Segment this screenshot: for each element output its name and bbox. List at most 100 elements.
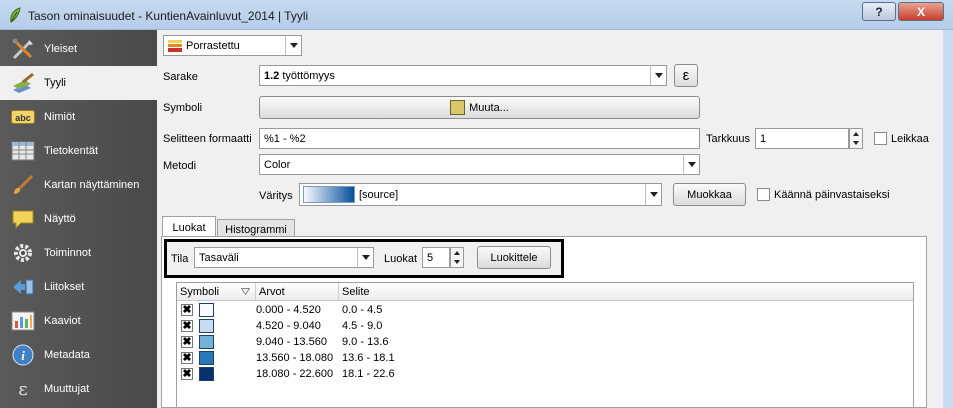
table-row[interactable]: ✖ 0.000 - 4.520 0.0 - 4.5	[177, 302, 913, 318]
class-legend: 13.6 - 18.1	[342, 352, 395, 364]
spin-down-icon[interactable]	[850, 139, 862, 149]
sidebar-item-metadata[interactable]: i Metadata	[0, 338, 157, 372]
graduated-renderer-icon	[168, 39, 182, 52]
table-row[interactable]: ✖ 13.560 - 18.080 13.6 - 18.1	[177, 350, 913, 366]
invert-ramp-label: Käännä päinvastaiseksi	[774, 189, 890, 201]
method-value: Color	[264, 158, 291, 171]
header-legend[interactable]: Selite	[339, 283, 915, 301]
expression-button[interactable]: ε	[674, 64, 698, 87]
class-color-swatch[interactable]	[199, 319, 214, 333]
table-header: Symboli Arvot Selite	[177, 283, 913, 301]
svg-text:ε: ε	[18, 379, 27, 400]
sidebar-item-kartan-nayttaminen[interactable]: Kartan näyttäminen	[0, 168, 157, 202]
class-legend: 9.0 - 13.6	[342, 336, 389, 348]
class-color-swatch[interactable]	[199, 351, 214, 365]
class-values: 13.560 - 18.080	[256, 352, 334, 364]
mode-select[interactable]: Tasaväli	[194, 247, 374, 268]
class-color-swatch[interactable]	[199, 303, 214, 317]
change-symbol-button[interactable]: Muuta...	[259, 96, 700, 119]
class-values: 9.040 - 13.560	[256, 336, 327, 348]
sidebar-item-muuttujat[interactable]: ε Muuttujat	[0, 372, 157, 406]
class-color-swatch[interactable]	[199, 367, 214, 381]
title-bar: Tason ominaisuudet - KuntienAvainluvut_2…	[0, 0, 953, 30]
sidebar-item-label: Toiminnot	[44, 247, 92, 259]
table-icon	[10, 140, 36, 162]
class-visible-checkbox[interactable]: ✖	[181, 320, 193, 332]
class-visible-checkbox[interactable]: ✖	[181, 368, 193, 380]
sidebar-item-liitokset[interactable]: Liitokset	[0, 270, 157, 304]
class-visible-checkbox[interactable]: ✖	[181, 352, 193, 364]
renderer-value: Porrastettu	[186, 39, 240, 52]
class-values: 18.080 - 22.600	[256, 368, 334, 380]
sidebar: Yleiset Tyyli abc Nimiöt Tietokentät Kar…	[0, 30, 157, 408]
legend-format-label: Selitteen formaatti	[163, 133, 252, 145]
window-title: Tason ominaisuudet - KuntienAvainluvut_2…	[28, 9, 309, 23]
classify-button[interactable]: Luokittele	[477, 246, 551, 269]
table-row[interactable]: ✖ 4.520 - 9.040 4.5 - 9.0	[177, 318, 913, 334]
chart-icon	[10, 310, 36, 332]
tools-icon	[10, 38, 36, 60]
abc-label-icon: abc	[10, 106, 36, 128]
style-panel: Porrastettu Sarake 1.2 työttömyys ε Symb…	[157, 30, 943, 408]
table-row[interactable]: ✖ 18.080 - 22.600 18.1 - 22.6	[177, 366, 913, 382]
classification-toolbar: Tila Tasaväli Luokat 5 Luokittele	[164, 239, 564, 278]
sidebar-item-label: Tietokentät	[44, 145, 99, 157]
sidebar-item-toiminnot[interactable]: Toiminnot	[0, 236, 157, 270]
sidebar-item-tietokentat[interactable]: Tietokentät	[0, 134, 157, 168]
header-symbol[interactable]: Symboli	[177, 283, 256, 301]
table-row[interactable]: ✖ 9.040 - 13.560 9.0 - 13.6	[177, 334, 913, 350]
column-select[interactable]: 1.2 työttömyys	[259, 65, 667, 86]
tab-luokat[interactable]: Luokat	[162, 216, 216, 238]
spin-down-icon[interactable]	[451, 258, 463, 268]
sort-indicator-icon	[241, 288, 250, 295]
color-ramp-select[interactable]: [source]	[299, 183, 662, 206]
chevron-down-icon	[650, 66, 666, 85]
sidebar-item-label: Muuttujat	[44, 383, 90, 395]
svg-text:abc: abc	[15, 113, 31, 123]
help-button[interactable]: ?	[862, 2, 896, 21]
paintbrush-icon	[10, 72, 36, 94]
edit-ramp-button[interactable]: Muokkaa	[673, 183, 746, 206]
classes-table: Symboli Arvot Selite ✖ 0.000 - 4.520 0.0…	[176, 282, 914, 408]
class-visible-checkbox[interactable]: ✖	[181, 336, 193, 348]
chevron-down-icon	[357, 248, 373, 267]
close-button[interactable]: X	[898, 2, 944, 21]
gear-icon	[10, 242, 36, 264]
class-values: 0.000 - 4.520	[256, 304, 321, 316]
window-right-frame	[943, 30, 953, 408]
spin-up-icon[interactable]	[850, 129, 862, 139]
sidebar-item-label: Tyyli	[44, 77, 66, 89]
legend-format-input[interactable]: %1 - %2	[259, 128, 700, 149]
column-value: työttömyys	[282, 69, 335, 82]
spin-up-icon[interactable]	[451, 248, 463, 258]
class-color-swatch[interactable]	[199, 335, 214, 349]
class-visible-checkbox[interactable]: ✖	[181, 304, 193, 316]
sidebar-item-kaaviot[interactable]: Kaaviot	[0, 304, 157, 338]
header-values[interactable]: Arvot	[256, 283, 339, 301]
chevron-down-icon	[645, 184, 661, 205]
class-count-spinner[interactable]	[450, 247, 464, 268]
trim-checkbox[interactable]	[874, 132, 887, 145]
change-symbol-label: Muuta...	[469, 101, 509, 114]
epsilon-icon: ε	[10, 378, 36, 400]
sidebar-item-label: Yleiset	[44, 43, 78, 55]
color-ramp-label: Väritys	[259, 190, 293, 202]
renderer-select[interactable]: Porrastettu	[163, 35, 302, 56]
sidebar-item-tyyli[interactable]: Tyyli	[0, 66, 157, 100]
method-select[interactable]: Color	[259, 154, 700, 175]
mode-label: Tila	[171, 253, 189, 265]
color-ramp-value: [source]	[359, 188, 399, 201]
precision-input[interactable]: 1	[755, 128, 849, 149]
sidebar-item-yleiset[interactable]: Yleiset	[0, 32, 157, 66]
precision-spinner[interactable]	[849, 128, 863, 149]
sidebar-item-naytto[interactable]: Näyttö	[0, 202, 157, 236]
symbol-label: Symboli	[163, 102, 203, 114]
sidebar-item-label: Näyttö	[44, 213, 76, 225]
column-prefix: 1.2	[264, 69, 280, 82]
sidebar-item-nimiot[interactable]: abc Nimiöt	[0, 100, 157, 134]
invert-ramp-checkbox[interactable]	[757, 188, 770, 201]
class-count-label: Luokat	[384, 253, 418, 265]
sidebar-item-label: Nimiöt	[44, 111, 76, 123]
class-count-input[interactable]: 5	[422, 247, 450, 268]
symbol-swatch	[450, 100, 466, 115]
